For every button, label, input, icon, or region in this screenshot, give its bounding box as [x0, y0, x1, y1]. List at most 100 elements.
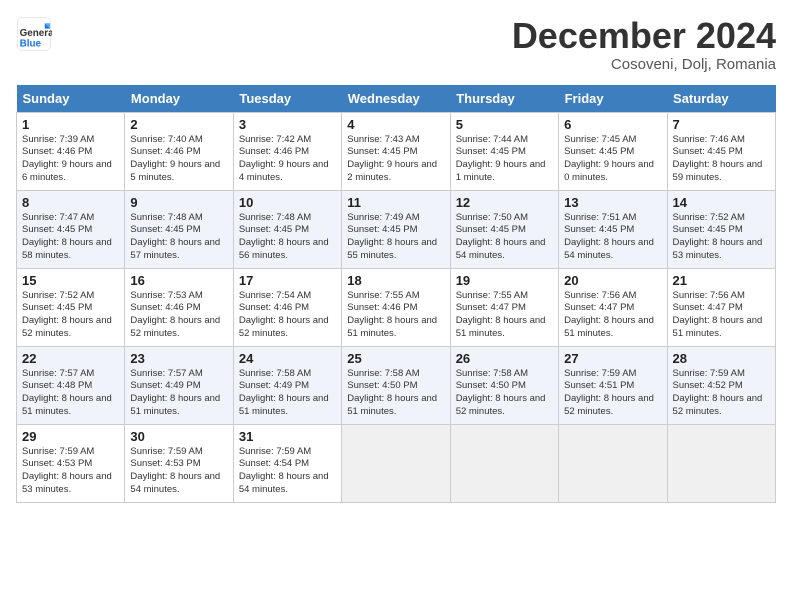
col-wednesday: Wednesday	[342, 85, 450, 113]
day-cell: 25 Sunrise: 7:58 AMSunset: 4:50 PMDayligh…	[342, 346, 450, 424]
day-cell: 21 Sunrise: 7:56 AMSunset: 4:47 PMDayligh…	[667, 268, 775, 346]
day-cell: 18Sunrise: 7:55 AMSunset: 4:46 PMDayligh…	[342, 268, 450, 346]
day-cell: 16Sunrise: 7:53 AMSunset: 4:46 PMDayligh…	[125, 268, 233, 346]
logo-icon: General Blue	[16, 16, 52, 52]
week-row-2: 8Sunrise: 7:47 AMSunset: 4:45 PMDaylight…	[17, 190, 776, 268]
cell-info: Sunrise: 7:50 AMSunset: 4:45 PMDaylight:…	[456, 212, 553, 263]
day-cell: 27 Sunrise: 7:59 AMSunset: 4:51 PMDayligh…	[559, 346, 667, 424]
col-sunday: Sunday	[17, 85, 125, 113]
day-cell: 19 Sunrise: 7:55 AMSunset: 4:47 PMDayligh…	[450, 268, 558, 346]
col-saturday: Saturday	[667, 85, 775, 113]
cell-info: Sunrise: 7:59 AMSunset: 4:51 PMDaylight:…	[564, 368, 661, 419]
day-number: 29	[22, 429, 119, 444]
day-number: 14	[673, 195, 770, 210]
cell-info: Sunrise: 7:43 AMSunset: 4:45 PMDaylight:…	[347, 134, 444, 185]
cell-info: Sunrise: 7:53 AMSunset: 4:46 PMDaylight:…	[130, 290, 227, 341]
day-cell: 30 Sunrise: 7:59 AMSunset: 4:53 PMDayligh…	[125, 424, 233, 502]
cell-info: Sunrise: 7:42 AMSunset: 4:46 PMDaylight:…	[239, 134, 336, 185]
day-number: 17	[239, 273, 336, 288]
cell-info: Sunrise: 7:58 AMSunset: 4:49 PMDaylight:…	[239, 368, 336, 419]
day-cell	[667, 424, 775, 502]
day-cell: 29 Sunrise: 7:59 AMSunset: 4:53 PMDayligh…	[17, 424, 125, 502]
cell-info: Sunrise: 7:58 AMSunset: 4:50 PMDaylight:…	[347, 368, 444, 419]
day-number: 30	[130, 429, 227, 444]
cell-info: Sunrise: 7:51 AMSunset: 4:45 PMDaylight:…	[564, 212, 661, 263]
cell-info: Sunrise: 7:55 AMSunset: 4:46 PMDaylight:…	[347, 290, 444, 341]
day-cell: 4Sunrise: 7:43 AMSunset: 4:45 PMDaylight…	[342, 112, 450, 190]
day-number: 26	[456, 351, 553, 366]
page-container: General Blue December 2024 Cosoveni, Dol…	[0, 0, 792, 511]
day-cell: 28 Sunrise: 7:59 AMSunset: 4:52 PMDayligh…	[667, 346, 775, 424]
day-cell: 1 Sunrise: 7:39 AMSunset: 4:46 PMDaylight…	[17, 112, 125, 190]
day-number: 21	[673, 273, 770, 288]
cell-info: Sunrise: 7:57 AMSunset: 4:48 PMDaylight:…	[22, 368, 119, 419]
svg-text:General: General	[20, 28, 52, 39]
cell-info: Sunrise: 7:59 AMSunset: 4:53 PMDaylight:…	[22, 446, 119, 497]
day-number: 3	[239, 117, 336, 132]
cell-info: Sunrise: 7:46 AMSunset: 4:45 PMDaylight:…	[673, 134, 770, 185]
cell-info: Sunrise: 7:56 AMSunset: 4:47 PMDaylight:…	[564, 290, 661, 341]
col-friday: Friday	[559, 85, 667, 113]
day-number: 7	[673, 117, 770, 132]
cell-info: Sunrise: 7:59 AMSunset: 4:53 PMDaylight:…	[130, 446, 227, 497]
day-number: 12	[456, 195, 553, 210]
cell-info: Sunrise: 7:49 AMSunset: 4:45 PMDaylight:…	[347, 212, 444, 263]
day-cell: 3 Sunrise: 7:42 AMSunset: 4:46 PMDaylight…	[233, 112, 341, 190]
day-cell: 6Sunrise: 7:45 AMSunset: 4:45 PMDaylight…	[559, 112, 667, 190]
day-cell	[342, 424, 450, 502]
week-row-3: 15 Sunrise: 7:52 AMSunset: 4:45 PMDayligh…	[17, 268, 776, 346]
cell-info: Sunrise: 7:39 AMSunset: 4:46 PMDaylight:…	[22, 134, 119, 185]
cell-info: Sunrise: 7:54 AMSunset: 4:46 PMDaylight:…	[239, 290, 336, 341]
day-cell: 15 Sunrise: 7:52 AMSunset: 4:45 PMDayligh…	[17, 268, 125, 346]
day-number: 11	[347, 195, 444, 210]
col-tuesday: Tuesday	[233, 85, 341, 113]
calendar-table: Sunday Monday Tuesday Wednesday Thursday…	[16, 85, 776, 503]
day-cell: 20 Sunrise: 7:56 AMSunset: 4:47 PMDayligh…	[559, 268, 667, 346]
day-cell: 13 Sunrise: 7:51 AMSunset: 4:45 PMDayligh…	[559, 190, 667, 268]
cell-info: Sunrise: 7:40 AMSunset: 4:46 PMDaylight:…	[130, 134, 227, 185]
day-cell: 31Sunrise: 7:59 AMSunset: 4:54 PMDayligh…	[233, 424, 341, 502]
day-number: 24	[239, 351, 336, 366]
day-number: 27	[564, 351, 661, 366]
day-number: 5	[456, 117, 553, 132]
header: General Blue December 2024 Cosoveni, Dol…	[16, 16, 776, 73]
day-cell: 7 Sunrise: 7:46 AMSunset: 4:45 PMDaylight…	[667, 112, 775, 190]
day-number: 13	[564, 195, 661, 210]
cell-info: Sunrise: 7:52 AMSunset: 4:45 PMDaylight:…	[22, 290, 119, 341]
header-row: Sunday Monday Tuesday Wednesday Thursday…	[17, 85, 776, 113]
cell-info: Sunrise: 7:48 AMSunset: 4:45 PMDaylight:…	[130, 212, 227, 263]
day-cell: 8Sunrise: 7:47 AMSunset: 4:45 PMDaylight…	[17, 190, 125, 268]
day-cell: 9Sunrise: 7:48 AMSunset: 4:45 PMDaylight…	[125, 190, 233, 268]
day-cell: 5Sunrise: 7:44 AMSunset: 4:45 PMDaylight…	[450, 112, 558, 190]
cell-info: Sunrise: 7:56 AMSunset: 4:47 PMDaylight:…	[673, 290, 770, 341]
day-number: 1	[22, 117, 119, 132]
cell-info: Sunrise: 7:59 AMSunset: 4:52 PMDaylight:…	[673, 368, 770, 419]
month-title: December 2024	[512, 16, 776, 56]
day-cell: 22 Sunrise: 7:57 AMSunset: 4:48 PMDayligh…	[17, 346, 125, 424]
week-row-4: 22 Sunrise: 7:57 AMSunset: 4:48 PMDayligh…	[17, 346, 776, 424]
cell-info: Sunrise: 7:58 AMSunset: 4:50 PMDaylight:…	[456, 368, 553, 419]
calendar-body: 1 Sunrise: 7:39 AMSunset: 4:46 PMDaylight…	[17, 112, 776, 502]
day-number: 19	[456, 273, 553, 288]
day-cell: 17 Sunrise: 7:54 AMSunset: 4:46 PMDayligh…	[233, 268, 341, 346]
day-number: 22	[22, 351, 119, 366]
day-cell: 12 Sunrise: 7:50 AMSunset: 4:45 PMDayligh…	[450, 190, 558, 268]
day-number: 28	[673, 351, 770, 366]
logo: General Blue	[16, 16, 52, 52]
day-cell: 2 Sunrise: 7:40 AMSunset: 4:46 PMDaylight…	[125, 112, 233, 190]
day-cell: 11 Sunrise: 7:49 AMSunset: 4:45 PMDayligh…	[342, 190, 450, 268]
title-section: December 2024 Cosoveni, Dolj, Romania	[512, 16, 776, 73]
day-cell	[450, 424, 558, 502]
cell-info: Sunrise: 7:57 AMSunset: 4:49 PMDaylight:…	[130, 368, 227, 419]
cell-info: Sunrise: 7:52 AMSunset: 4:45 PMDaylight:…	[673, 212, 770, 263]
day-number: 25	[347, 351, 444, 366]
day-number: 2	[130, 117, 227, 132]
day-number: 15	[22, 273, 119, 288]
cell-info: Sunrise: 7:45 AMSunset: 4:45 PMDaylight:…	[564, 134, 661, 185]
day-number: 10	[239, 195, 336, 210]
day-number: 20	[564, 273, 661, 288]
day-number: 8	[22, 195, 119, 210]
week-row-1: 1 Sunrise: 7:39 AMSunset: 4:46 PMDaylight…	[17, 112, 776, 190]
cell-info: Sunrise: 7:55 AMSunset: 4:47 PMDaylight:…	[456, 290, 553, 341]
day-cell	[559, 424, 667, 502]
